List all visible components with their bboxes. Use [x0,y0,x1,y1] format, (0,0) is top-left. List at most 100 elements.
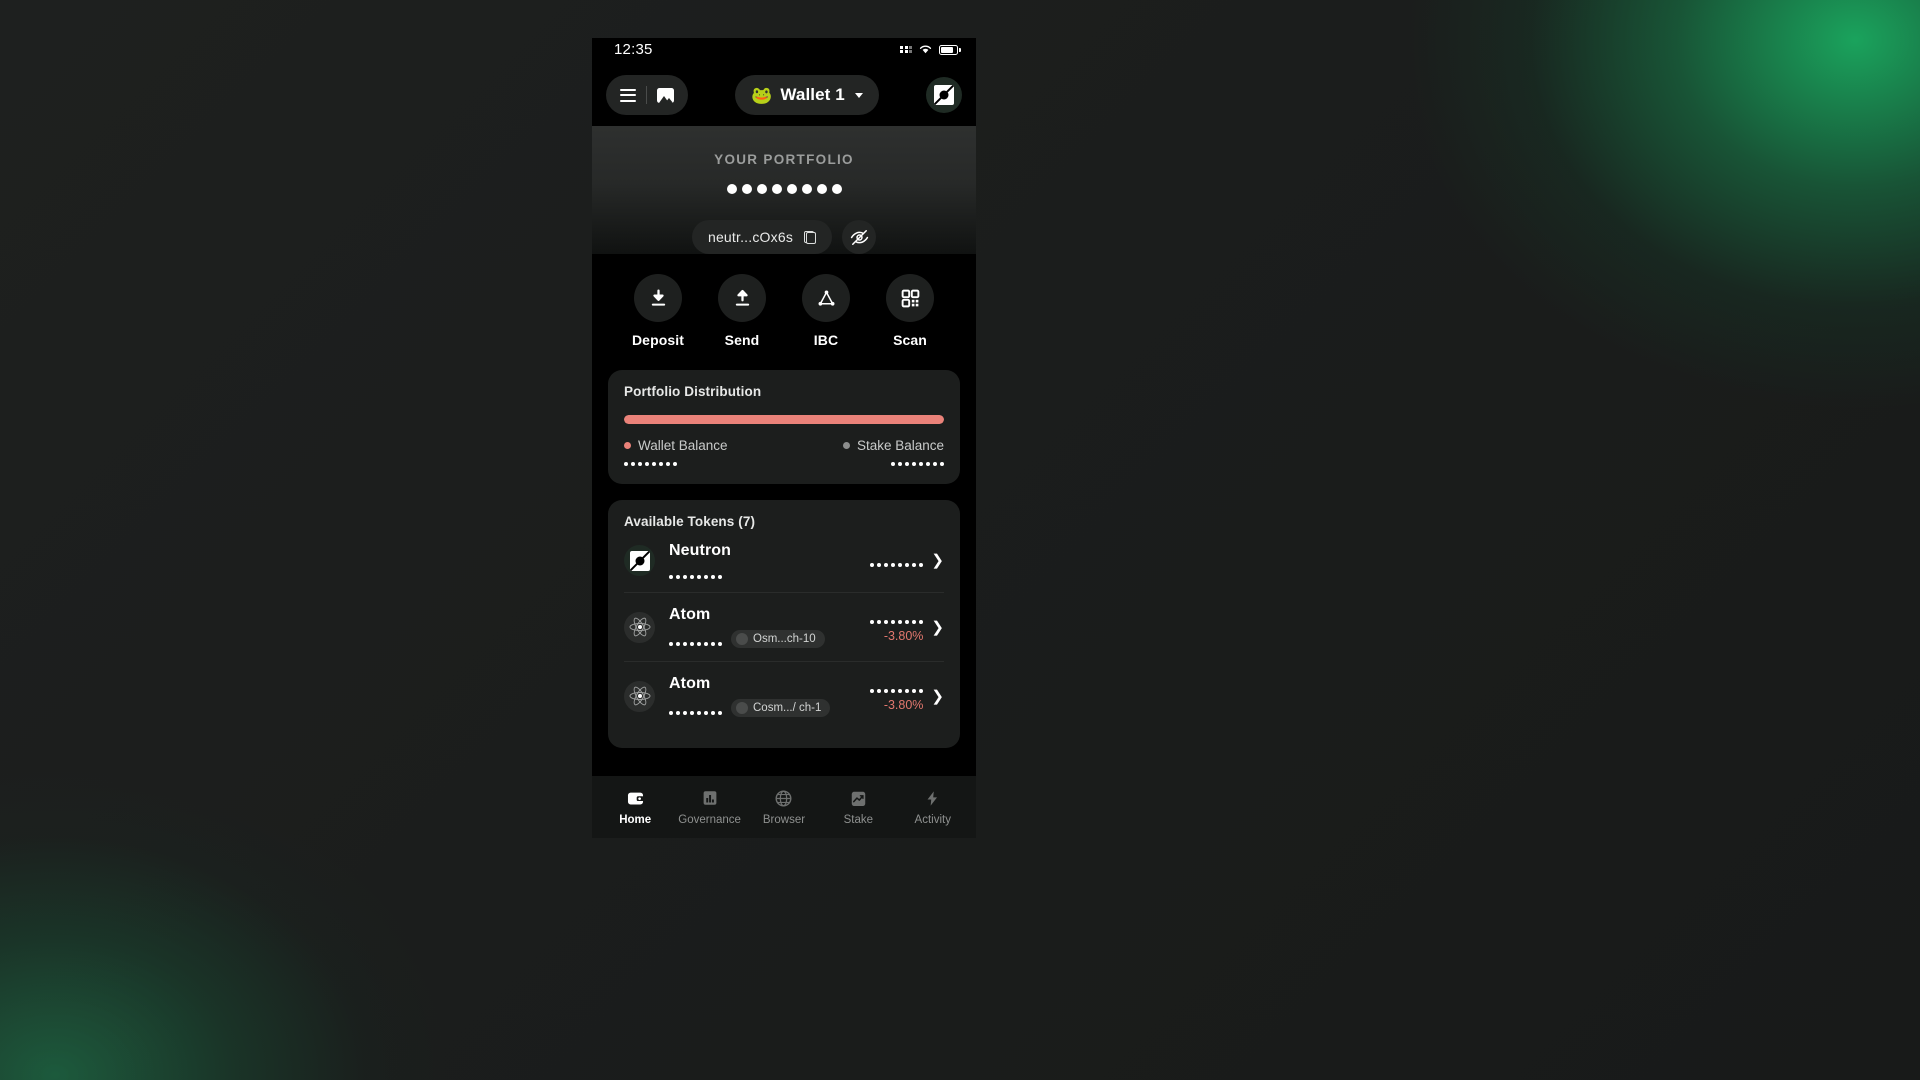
action-label: IBC [813,332,839,348]
table-row[interactable]: Atom Cosm.../ ch-1 -3.80% ❯ [624,662,944,730]
portfolio-hero: YOUR PORTFOLIO neutr...cOx6s [592,126,976,254]
tab-label: Browser [762,813,806,826]
app-header: 🐸 Wallet 1 [592,64,976,126]
ibc-button[interactable] [802,274,850,322]
copy-address-button[interactable]: neutr...cOx6s [691,220,833,254]
copy-icon [804,230,817,244]
chevron-right-icon[interactable]: ❯ [931,553,944,568]
legend-label: Stake Balance [856,438,944,453]
legend-item-stake: Stake Balance [842,438,944,466]
toggle-balance-visibility-button[interactable] [842,220,877,254]
action-label: Send [724,332,760,348]
token-name: Neutron [669,542,732,559]
legend-dot-stake [842,442,850,449]
tab-label: Activity [914,813,951,826]
send-button[interactable] [718,274,766,322]
legend-label: Wallet Balance [638,438,728,453]
page-title: YOUR PORTFOLIO [714,152,854,167]
tab-browser[interactable]: Browser [753,789,815,826]
token-amount-hidden [669,575,722,579]
action-deposit[interactable]: Deposit [627,274,689,348]
upload-arrow-icon [735,289,749,306]
channel-label: Cosm.../ ch-1 [753,702,822,714]
action-label: Deposit [631,332,685,348]
token-name: Atom [669,606,711,623]
tab-governance[interactable]: Governance [678,789,741,826]
battery-icon [939,44,961,55]
wallet-selector[interactable]: 🐸 Wallet 1 [735,75,879,115]
wifi-icon [919,41,932,59]
scan-button[interactable] [886,274,934,322]
wallet-name-label: Wallet 1 [780,85,845,104]
token-name: Atom [669,675,711,692]
channel-badge: Cosm.../ ch-1 [731,699,831,717]
token-amount-hidden [669,641,722,646]
status-bar-icons [900,41,961,59]
qr-code-icon [901,289,919,307]
neutron-logo-icon [624,545,655,576]
tab-activity[interactable]: Activity [902,789,964,826]
deposit-button[interactable] [634,274,682,322]
action-label: Scan [893,332,927,348]
action-send[interactable]: Send [711,274,773,348]
status-badge: -3.80% [883,698,924,712]
action-ibc[interactable]: IBC [795,274,857,348]
lightning-bolt-icon [924,789,941,808]
chevron-right-icon[interactable]: ❯ [931,620,944,635]
tab-stake[interactable]: Stake [827,789,889,826]
bottom-navigation: Home Governance Browser Stake Activity [592,776,976,838]
token-value-hidden [870,620,924,624]
desktop-background: 12:35 🐸 Wallet 1 YOUR PORTFOLIO neutr...… [0,0,1920,1080]
token-subrow: Osm...ch-10 [669,630,870,648]
address-row: neutr...cOx6s [592,220,976,254]
image-icon[interactable] [657,87,674,103]
tab-label: Home [619,813,652,826]
network-nodes-icon [818,290,834,306]
tab-label: Stake [843,813,874,826]
header-left-group [606,75,688,115]
chevron-right-icon[interactable]: ❯ [931,689,944,704]
channel-badge: Osm...ch-10 [731,630,825,648]
token-value-group: ❯ [870,553,944,568]
atom-logo-icon [624,680,655,712]
card-title: Available Tokens (7) [624,514,756,529]
token-value-group: -3.80% ❯ [870,680,944,712]
chain-icon [736,633,748,645]
wallet-address: neutr...cOx6s [707,229,794,245]
header-divider [646,86,647,104]
chevron-down-icon [854,92,863,98]
status-badge: -3.80% [883,629,924,643]
token-info: Atom Cosm.../ ch-1 [669,675,870,717]
status-bar-clock: 12:35 [614,41,653,58]
download-arrow-icon [651,288,665,306]
tab-home[interactable]: Home [604,789,666,826]
bar-chart-icon [701,789,719,808]
quick-actions: Deposit Send IBC Scan [592,254,976,370]
chain-icon [736,702,748,714]
distribution-segment-wallet [624,415,944,424]
token-value-hidden [870,689,924,693]
token-value-hidden [870,563,924,567]
legend-value-hidden [624,462,728,466]
eye-off-icon [850,229,868,245]
channel-label: Osm...ch-10 [753,633,816,645]
network-logo-button[interactable] [926,77,962,113]
token-value-group: -3.80% ❯ [870,611,944,643]
legend-item-wallet: Wallet Balance [624,438,728,466]
token-subrow [669,566,870,579]
hamburger-menu-icon[interactable] [620,88,636,102]
scroll-content[interactable]: YOUR PORTFOLIO neutr...cOx6s Deposit Sen… [592,126,976,776]
chart-growth-icon [849,789,868,808]
token-info: Neutron [669,542,870,579]
signal-icon [900,45,912,54]
portfolio-distribution-card: Portfolio Distribution Wallet Balance St… [608,370,960,484]
action-scan[interactable]: Scan [879,274,941,348]
table-row[interactable]: Atom Osm...ch-10 -3.80% ❯ [624,593,944,662]
phone-screen: 12:35 🐸 Wallet 1 YOUR PORTFOLIO neutr...… [592,38,976,838]
neutron-logo-icon [934,85,954,105]
tab-label: Governance [678,813,741,826]
wallet-avatar-icon: 🐸 [751,85,773,105]
wallet-icon [626,789,645,808]
legend-dot-wallet [624,442,631,449]
table-row[interactable]: Neutron ❯ [624,529,944,593]
